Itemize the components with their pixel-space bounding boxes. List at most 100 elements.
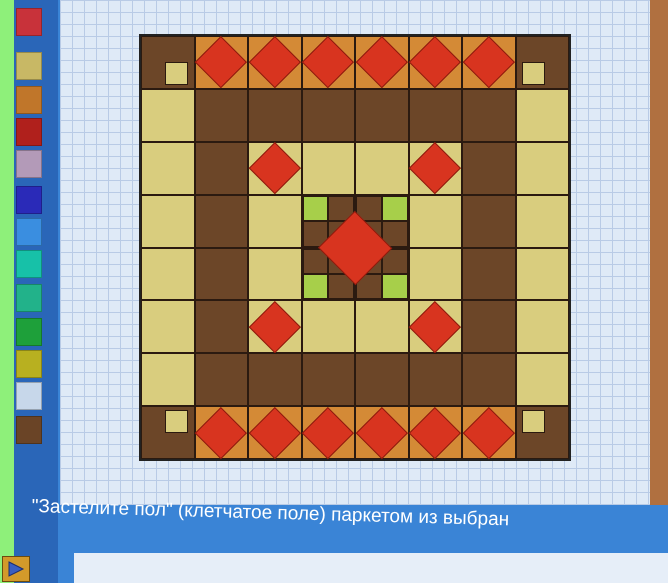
- floor-cell[interactable]: [355, 300, 409, 354]
- floor-cell[interactable]: [515, 300, 569, 354]
- floor-subcell: [356, 221, 382, 247]
- floor-cell[interactable]: [141, 300, 195, 354]
- red-diamond-tile: [462, 36, 515, 89]
- floor-cell[interactable]: [408, 353, 462, 407]
- floor-cell[interactable]: [408, 141, 462, 195]
- swatch-teal[interactable]: [16, 284, 42, 312]
- floor-subcell: [356, 248, 382, 274]
- floor-cell[interactable]: [462, 194, 516, 248]
- swatch-red-top[interactable]: [16, 8, 42, 36]
- swatch-brown[interactable]: [16, 416, 42, 444]
- corner-accent: [165, 62, 189, 86]
- floor-cell[interactable]: [408, 300, 462, 354]
- floor-cell[interactable]: [462, 406, 516, 459]
- floor-cell[interactable]: [141, 406, 195, 459]
- floor-cell[interactable]: [355, 406, 409, 459]
- floor-subcell: [356, 195, 382, 222]
- floor-cell[interactable]: [248, 247, 302, 301]
- red-diamond-tile: [409, 142, 462, 195]
- floor-subcell: [381, 221, 408, 247]
- floor-cell[interactable]: [515, 88, 569, 142]
- floor-cell[interactable]: [141, 247, 195, 301]
- floor-cell[interactable]: [194, 300, 248, 354]
- floor-cell[interactable]: [515, 36, 569, 89]
- swatch-dark-red[interactable]: [16, 118, 42, 146]
- swatch-lavender[interactable]: [16, 150, 42, 178]
- floor-cell[interactable]: [141, 194, 195, 248]
- swatch-turquoise[interactable]: [16, 250, 42, 278]
- floor-cell[interactable]: [515, 406, 569, 459]
- floor-cell[interactable]: [141, 353, 195, 407]
- swatch-blue[interactable]: [16, 186, 42, 214]
- floor-cell[interactable]: [141, 88, 195, 142]
- swatch-khaki[interactable]: [16, 52, 42, 80]
- floor-cell[interactable]: [515, 194, 569, 248]
- floor-cell[interactable]: [141, 141, 195, 195]
- floor-cell[interactable]: [515, 247, 569, 301]
- floor-cell[interactable]: [248, 36, 302, 89]
- floor-cell[interactable]: [355, 36, 409, 89]
- floor-cell[interactable]: [141, 36, 195, 89]
- floor-cell[interactable]: [462, 300, 516, 354]
- floor-cell[interactable]: [301, 88, 355, 142]
- floor-cell[interactable]: [301, 406, 355, 459]
- floor-cell[interactable]: [248, 88, 302, 142]
- floor-cell[interactable]: [408, 194, 462, 248]
- red-diamond-tile: [409, 300, 462, 353]
- red-diamond-tile: [462, 406, 515, 459]
- floor-cell[interactable]: [355, 141, 409, 195]
- floor-subcell: [356, 273, 382, 300]
- red-diamond-tile: [302, 36, 355, 89]
- floor-cell[interactable]: [408, 247, 462, 301]
- red-diamond-tile: [248, 142, 301, 195]
- red-diamond-tile: [195, 406, 248, 459]
- floor-cell[interactable]: [408, 88, 462, 142]
- floor-cell[interactable]: [408, 36, 462, 89]
- floor-cell[interactable]: [194, 353, 248, 407]
- floor-cell[interactable]: [301, 300, 355, 354]
- red-diamond-tile: [248, 36, 301, 89]
- floor-cell[interactable]: [248, 141, 302, 195]
- floor-cell[interactable]: [515, 353, 569, 407]
- swatch-green[interactable]: [16, 318, 42, 346]
- floor-cell[interactable]: [301, 194, 355, 248]
- corner-accent: [165, 409, 189, 433]
- floor-cell[interactable]: [355, 247, 409, 301]
- floor-subcell: [302, 195, 329, 222]
- floor-cell[interactable]: [462, 36, 516, 89]
- swatch-olive[interactable]: [16, 350, 42, 378]
- floor-cell[interactable]: [462, 141, 516, 195]
- floor-cell[interactable]: [194, 194, 248, 248]
- floor-cell[interactable]: [301, 353, 355, 407]
- floor-cell[interactable]: [301, 36, 355, 89]
- floor-cell[interactable]: [355, 353, 409, 407]
- floor-subcell: [302, 248, 329, 274]
- red-diamond-tile: [248, 406, 301, 459]
- floor-cell[interactable]: [515, 141, 569, 195]
- floor-cell[interactable]: [355, 194, 409, 248]
- floor-cell[interactable]: [462, 353, 516, 407]
- floor-cell[interactable]: [194, 406, 248, 459]
- floor-cell[interactable]: [248, 194, 302, 248]
- grid-canvas[interactable]: [60, 0, 650, 505]
- floor-cell[interactable]: [462, 88, 516, 142]
- floor-cell[interactable]: [408, 406, 462, 459]
- play-icon: [8, 561, 25, 577]
- floor-cell[interactable]: [462, 247, 516, 301]
- floor-cell[interactable]: [194, 141, 248, 195]
- swatch-pale-blue[interactable]: [16, 382, 42, 410]
- floor-subcell: [381, 248, 408, 274]
- corner-accent: [521, 409, 545, 433]
- floor-cell[interactable]: [194, 88, 248, 142]
- swatch-orange[interactable]: [16, 86, 42, 114]
- floor-cell[interactable]: [248, 406, 302, 459]
- floor-cell[interactable]: [194, 247, 248, 301]
- floor-cell[interactable]: [248, 300, 302, 354]
- floor-cell[interactable]: [248, 353, 302, 407]
- swatch-sky[interactable]: [16, 218, 42, 246]
- floor-cell[interactable]: [301, 141, 355, 195]
- play-button[interactable]: [2, 556, 30, 582]
- floor-cell[interactable]: [194, 36, 248, 89]
- floor-cell[interactable]: [301, 247, 355, 301]
- floor-cell[interactable]: [355, 88, 409, 142]
